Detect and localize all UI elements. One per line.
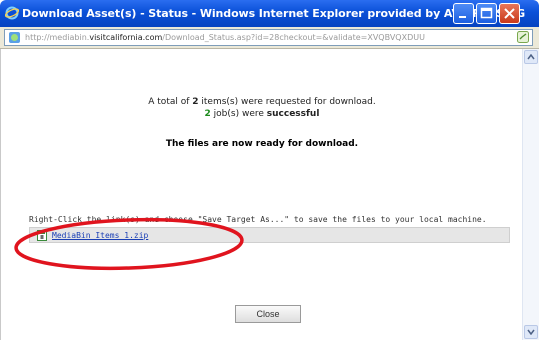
jobs-summary: 2 job(s) were successful: [204, 109, 320, 119]
url-field[interactable]: http://mediabin.visitcalifornia.com/Down…: [4, 29, 533, 46]
page-icon: [9, 32, 20, 43]
page-status-icon[interactable]: [517, 31, 529, 43]
internet-explorer-icon: [5, 6, 19, 20]
vertical-scrollbar[interactable]: [522, 49, 539, 340]
minimize-button[interactable]: [453, 3, 474, 24]
file-row: MediaBin_Items_1.zip: [29, 227, 510, 243]
download-link-mediabin-items-1-zip[interactable]: MediaBin_Items_1.zip: [52, 229, 148, 242]
page-content: A total of 2 items(s) were requested for…: [0, 49, 523, 340]
ready-message: The files are now ready for download.: [165, 139, 359, 149]
minimize-icon: [459, 16, 466, 18]
download-instructions: Right-Click the link(s) and choose "Save…: [29, 215, 487, 224]
title-bar[interactable]: Download Asset(s) - Status - Windows Int…: [0, 0, 539, 27]
address-bar: http://mediabin.visitcalifornia.com/Down…: [0, 27, 539, 49]
zip-file-icon: [37, 230, 47, 241]
chevron-up-icon: [527, 54, 535, 60]
scroll-up-button[interactable]: [524, 50, 538, 64]
window-title: Download Asset(s) - Status - Windows Int…: [22, 7, 525, 20]
close-window-button[interactable]: [499, 3, 520, 24]
chevron-down-icon: [527, 329, 535, 335]
scroll-down-button[interactable]: [524, 325, 538, 339]
request-summary: A total of 2 items(s) were requested for…: [148, 97, 376, 107]
maximize-button[interactable]: [476, 3, 497, 24]
close-button[interactable]: Close: [235, 305, 301, 323]
browser-window: Download Asset(s) - Status - Windows Int…: [0, 0, 539, 340]
maximize-icon: [480, 7, 493, 19]
close-icon: [504, 8, 515, 19]
url-text: http://mediabin.visitcalifornia.com/Down…: [25, 33, 425, 42]
